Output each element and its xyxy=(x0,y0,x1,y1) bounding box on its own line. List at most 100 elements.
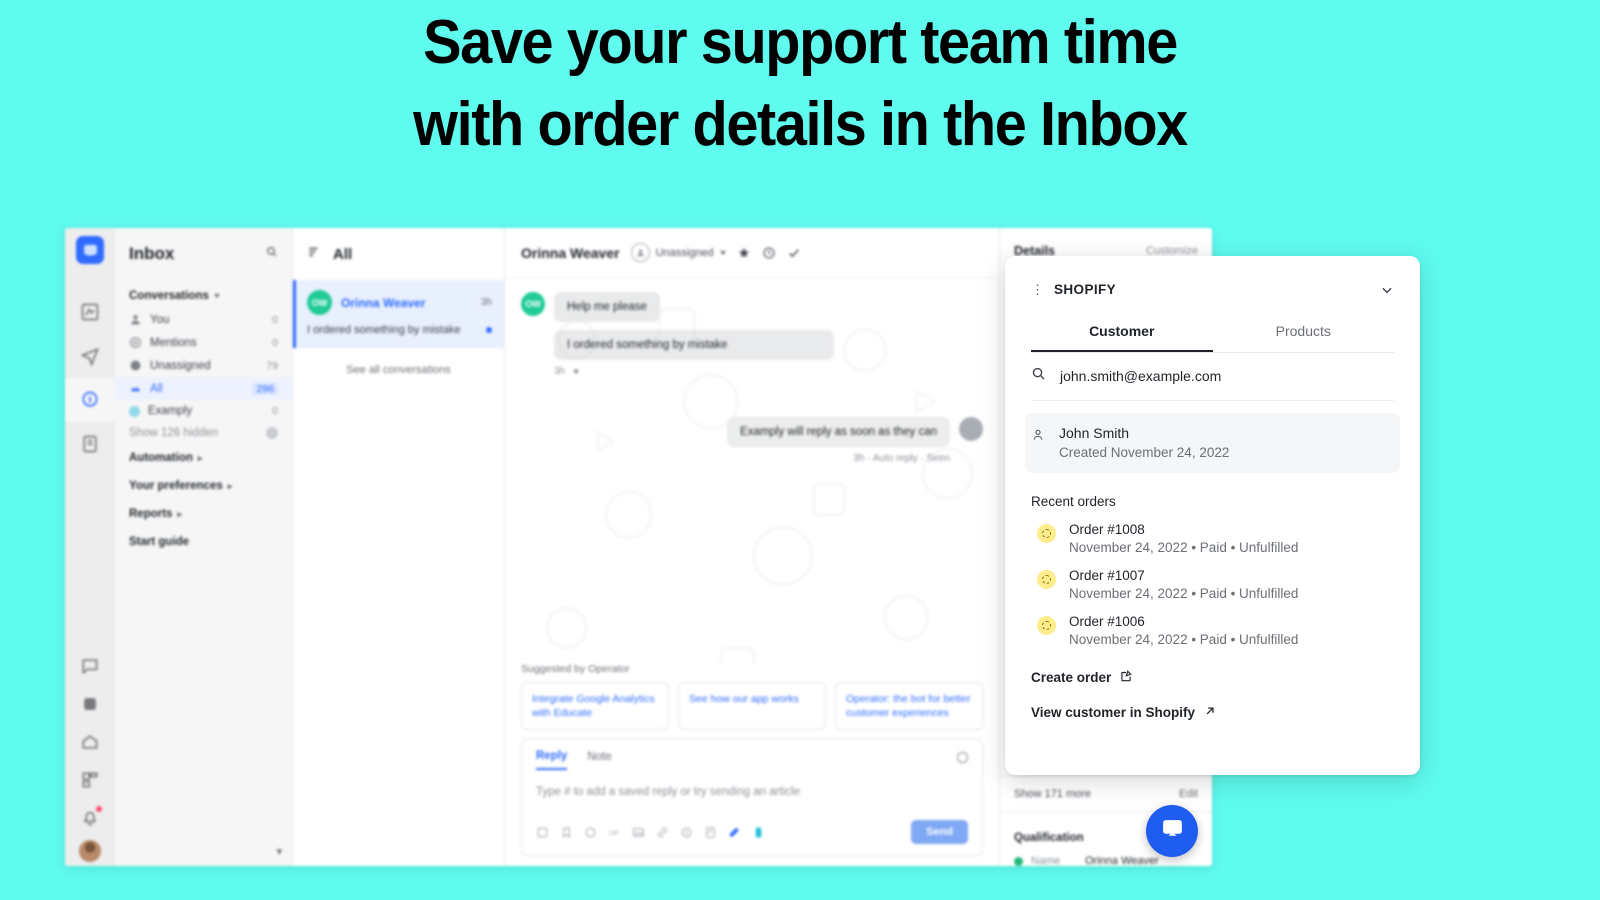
attachment-icon[interactable] xyxy=(680,826,693,839)
home-icon[interactable] xyxy=(65,723,115,761)
saved-reply-icon[interactable] xyxy=(560,826,573,839)
sidebar-item-reports[interactable]: Reports ▸ xyxy=(115,500,292,528)
more-options-icon[interactable] xyxy=(266,427,278,439)
sidebar-item-label: Automation xyxy=(129,452,193,464)
team-icon xyxy=(129,405,140,417)
chevron-down-icon[interactable] xyxy=(1380,283,1394,297)
gif-icon[interactable]: GIF xyxy=(608,826,621,839)
page-headline: Save your support team time with order d… xyxy=(56,2,1544,166)
edit-square-icon xyxy=(1119,669,1133,686)
sidebar-item-unassigned[interactable]: Unassigned 79 xyxy=(115,354,292,377)
check-icon[interactable] xyxy=(787,246,801,260)
conversation-header: Orinna Weaver Unassigned xyxy=(505,228,999,278)
chat-bubble-icon[interactable] xyxy=(65,647,115,685)
list-item-time: 3h xyxy=(480,297,492,308)
see-all-conversations-link[interactable]: See all conversations xyxy=(293,348,504,392)
tab-customer[interactable]: Customer xyxy=(1031,314,1213,352)
layout-icon[interactable] xyxy=(65,761,115,799)
sort-icon[interactable] xyxy=(307,245,321,263)
suggested-chip[interactable]: Operator: the bot for better customer ex… xyxy=(835,682,983,730)
background-watermark xyxy=(545,307,974,663)
sidebar-item-all[interactable]: All 296 xyxy=(115,377,292,400)
suggested-chip[interactable]: Integrate Google Analytics with Educate xyxy=(521,682,669,730)
sidebar-item-automation[interactable]: Automation ▸ xyxy=(115,444,292,472)
sidebar-item-you[interactable]: You 0 xyxy=(115,308,292,331)
highlight-icon[interactable] xyxy=(728,826,741,839)
shopify-search-row[interactable]: john.smith@example.com xyxy=(1031,353,1394,401)
apps-icon[interactable] xyxy=(65,685,115,723)
sidebar-item-your-preferences[interactable]: Your preferences ▸ xyxy=(115,472,292,500)
reply-composer: Reply Note Type # to add a saved reply o… xyxy=(521,738,983,856)
article-icon[interactable] xyxy=(704,826,717,839)
suggested-replies: Suggested by Operator Integrate Google A… xyxy=(505,663,999,738)
star-icon[interactable] xyxy=(737,246,751,260)
edit-link[interactable]: Edit xyxy=(1179,788,1198,800)
intercom-logo-icon[interactable] xyxy=(76,236,104,264)
sidebar-item-count: 0 xyxy=(272,313,278,326)
rail-item-messages[interactable] xyxy=(65,334,115,378)
sidebar-item-start-guide[interactable]: Start guide xyxy=(115,528,292,556)
customer-info: John Smith Created November 24, 2022 xyxy=(1059,425,1229,460)
tab-products[interactable]: Products xyxy=(1213,314,1395,352)
shopify-card-title: SHOPIFY xyxy=(1054,282,1117,297)
list-item-snippet: I ordered something by mistake xyxy=(307,324,461,336)
customer-result-row[interactable]: John Smith Created November 24, 2022 xyxy=(1025,413,1400,473)
composer-settings-icon[interactable] xyxy=(957,752,968,763)
search-input[interactable]: john.smith@example.com xyxy=(1060,368,1221,384)
chevron-right-icon: ▸ xyxy=(197,452,203,463)
sidebar-item-examply[interactable]: Examply 0 xyxy=(115,400,292,422)
page-root: Save your support team time with order d… xyxy=(0,0,1600,900)
rail-item-articles[interactable] xyxy=(65,422,115,466)
conversation-panel: Orinna Weaver Unassigned OW Help me plea… xyxy=(505,228,1000,866)
qualification-key: Name xyxy=(1031,855,1061,866)
snooze-icon[interactable] xyxy=(762,246,776,260)
sidebar-item-mentions[interactable]: Mentions 0 xyxy=(115,331,292,354)
suggested-chip-group: Integrate Google Analytics with Educate … xyxy=(521,682,983,730)
sidebar-item-label: All xyxy=(150,382,163,395)
message-outgoing: Examply will reply as soon as they can xyxy=(521,417,983,447)
collapse-nav-icon[interactable]: ▾ xyxy=(276,845,282,858)
nav-section-conversations[interactable]: Conversations xyxy=(115,268,292,308)
create-order-button[interactable]: Create order xyxy=(1031,669,1394,686)
sidebar-item-label: Unassigned xyxy=(150,359,211,372)
shopify-app-card: ⋮ SHOPIFY Customer Products john.smith@e… xyxy=(1005,256,1420,775)
customer-name: John Smith xyxy=(1059,425,1130,441)
messenger-launcher-button[interactable] xyxy=(1146,805,1198,857)
image-icon[interactable] xyxy=(632,826,645,839)
sidebar-item-count: 0 xyxy=(272,405,278,417)
tab-note[interactable]: Note xyxy=(587,751,611,769)
messenger-bubble-icon xyxy=(1160,816,1185,846)
notifications-icon[interactable] xyxy=(65,799,115,837)
at-icon xyxy=(129,336,142,349)
assignee-avatar-icon xyxy=(630,243,650,262)
order-row[interactable]: Order #1006 November 24, 2022 • Paid • U… xyxy=(1037,614,1394,647)
sidebar-item-count: 79 xyxy=(266,359,278,372)
sidebar-item-label: You xyxy=(150,313,170,326)
link-icon[interactable] xyxy=(656,826,669,839)
order-row[interactable]: Order #1008 November 24, 2022 • Paid • U… xyxy=(1037,522,1394,555)
rail-item-reports[interactable] xyxy=(65,290,115,334)
sidebar-item-label: Mentions xyxy=(150,336,197,349)
chevron-right-icon: ▸ xyxy=(177,508,182,519)
send-button[interactable]: Send xyxy=(911,820,968,844)
order-info: Order #1008 November 24, 2022 • Paid • U… xyxy=(1069,522,1298,555)
qualification-value: Orinna Weaver xyxy=(1085,855,1159,866)
search-icon[interactable] xyxy=(265,245,278,263)
show-hidden-row[interactable]: Show 126 hidden xyxy=(115,422,292,444)
reply-input[interactable]: Type # to add a saved reply or try sendi… xyxy=(522,770,982,820)
emoji-icon[interactable] xyxy=(536,826,549,839)
user-avatar[interactable] xyxy=(79,840,101,862)
app-icon[interactable] xyxy=(752,826,765,839)
view-customer-in-shopify-link[interactable]: View customer in Shopify xyxy=(1031,704,1394,721)
order-id: Order #1006 xyxy=(1069,614,1145,629)
conversation-list-title: All xyxy=(333,245,353,263)
customer-created-date: Created November 24, 2022 xyxy=(1059,445,1230,460)
drag-handle-icon[interactable]: ⋮ xyxy=(1031,283,1045,296)
tab-reply[interactable]: Reply xyxy=(536,750,568,770)
rail-item-inbox[interactable] xyxy=(65,378,115,422)
order-row[interactable]: Order #1007 November 24, 2022 • Paid • U… xyxy=(1037,568,1394,601)
emoji-smiley-icon[interactable] xyxy=(584,826,597,839)
assignee-selector[interactable]: Unassigned xyxy=(630,243,726,262)
suggested-chip[interactable]: See how our app works xyxy=(678,682,826,730)
list-item[interactable]: OW Orinna Weaver 3h I ordered something … xyxy=(293,280,504,348)
